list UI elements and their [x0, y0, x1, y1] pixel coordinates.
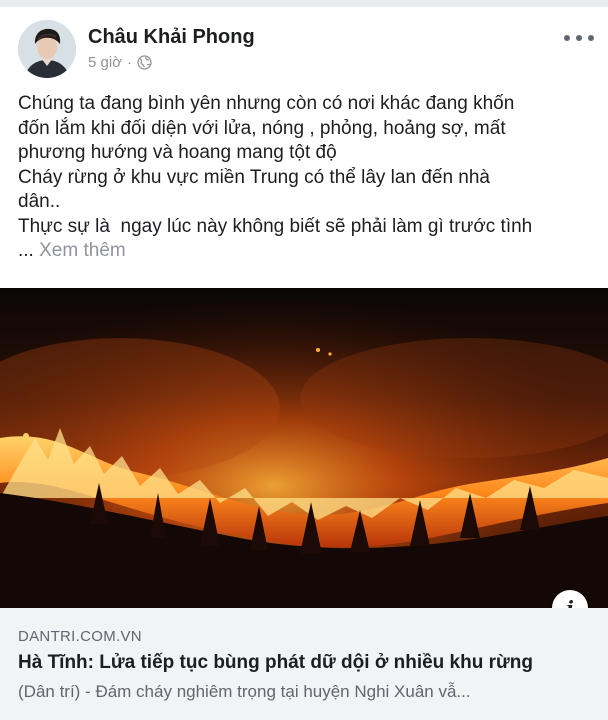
forest-fire-photo[interactable] [0, 288, 608, 608]
see-more-link[interactable]: Xem thêm [39, 240, 126, 261]
post-text: Chúng ta đang bình yên nhưng còn có nơi … [18, 92, 594, 264]
globe-icon [137, 55, 152, 70]
meta-separator: · [127, 54, 133, 71]
post-text-line: Thực sự là ngay lúc này không biết sẽ ph… [18, 215, 533, 237]
post-time[interactable]: 5 giờ [88, 54, 122, 71]
post-text-line: đốn lắm khi đối diện với lửa, nóng , phỏ… [18, 117, 506, 139]
feed-divider [0, 0, 608, 7]
more-options-icon[interactable] [564, 31, 594, 45]
post-text-line: phương hướng và hoang mang tột độ [18, 142, 337, 163]
see-more-row: ... Xem thêm [18, 239, 594, 264]
link-domain: DANTRI.COM.VN [18, 628, 142, 645]
ellipsis: ... [18, 240, 34, 261]
post-text-line: Cháy rừng ở khu vực miền Trung có thể lâ… [18, 166, 490, 188]
avatar[interactable] [18, 20, 76, 78]
post-text-line: Chúng ta đang bình yên nhưng còn có nơi … [18, 93, 515, 114]
facebook-post: Châu Khải Phong 5 giờ · Chúng ta đang bì… [0, 0, 608, 720]
link-preview[interactable]: DANTRI.COM.VN Hà Tĩnh: Lửa tiếp tục bùng… [0, 608, 608, 720]
post-text-line: dân.. [18, 191, 61, 212]
author-name[interactable]: Châu Khải Phong [88, 26, 255, 49]
link-description: (Dân trí) - Đám cháy nghiêm trọng tại hu… [18, 682, 471, 701]
link-title[interactable]: Hà Tĩnh: Lửa tiếp tục bùng phát dữ dội ở… [18, 652, 533, 674]
post-meta: 5 giờ · [88, 54, 152, 71]
post-header: Châu Khải Phong 5 giờ · [0, 7, 608, 85]
